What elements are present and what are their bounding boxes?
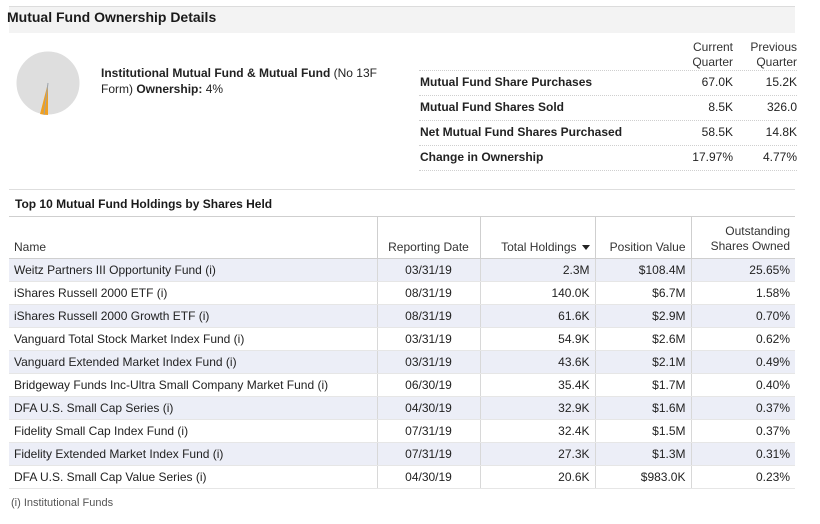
fund-name: Fidelity Extended Market Index Fund (i) [9, 442, 377, 466]
ownership-label: Institutional Mutual Fund & Mutual Fund [101, 66, 331, 80]
summary-previous: 14.8K [765, 125, 797, 139]
ownership-value: 4% [205, 82, 224, 96]
table-row: Weitz Partners III Opportunity Fund (i) … [9, 258, 795, 282]
table-row: Fidelity Small Cap Index Fund (i) 07/31/… [9, 419, 795, 443]
ownership-suffix: Ownership: [136, 82, 203, 96]
fund-name: iShares Russell 2000 Growth ETF (i) [9, 304, 377, 328]
summary-row: Mutual Fund Share Purchases 67.0K 15.2K [419, 70, 797, 96]
table-row: iShares Russell 2000 ETF (i) 08/31/19 14… [9, 281, 795, 305]
section-divider [9, 189, 795, 190]
total-holdings: 61.6K [479, 304, 595, 328]
total-holdings: 32.9K [479, 396, 595, 420]
outstanding-shares-owned: 0.37% [690, 419, 795, 443]
summary-current: 67.0K [701, 75, 733, 89]
fund-name: Bridgeway Funds Inc-Ultra Small Company … [9, 373, 377, 397]
table-row: DFA U.S. Small Cap Series (i) 04/30/19 3… [9, 396, 795, 420]
total-holdings: 2.3M [479, 258, 595, 282]
reporting-date: 08/31/19 [376, 281, 480, 305]
table-row: Vanguard Total Stock Market Index Fund (… [9, 327, 795, 351]
holdings-header-row: Name Reporting Date Total Holdings Posit… [9, 216, 795, 259]
table-row: Bridgeway Funds Inc-Ultra Small Company … [9, 373, 795, 397]
position-value: $108.4M [594, 258, 691, 282]
outstanding-shares-owned: 1.58% [690, 281, 795, 305]
fund-name: Weitz Partners III Opportunity Fund (i) [9, 258, 377, 282]
summary-previous: 15.2K [765, 75, 797, 89]
reporting-date: 04/30/19 [376, 465, 480, 489]
summary-row: Net Mutual Fund Shares Purchased 58.5K 1… [419, 120, 797, 146]
col-name-header[interactable]: Name [9, 216, 377, 259]
summary-row: Change in Ownership 17.97% 4.77% [419, 145, 797, 171]
total-holdings: 54.9K [479, 327, 595, 351]
fund-name: DFA U.S. Small Cap Series (i) [9, 396, 377, 420]
position-value: $983.0K [594, 465, 691, 489]
total-holdings: 32.4K [479, 419, 595, 443]
summary-row-label: Change in Ownership [420, 150, 544, 164]
summary-row: Mutual Fund Shares Sold 8.5K 326.0 [419, 95, 797, 121]
fund-name: Vanguard Extended Market Index Fund (i) [9, 350, 377, 374]
fund-name: Vanguard Total Stock Market Index Fund (… [9, 327, 377, 351]
reporting-date: 06/30/19 [376, 373, 480, 397]
outstanding-shares-owned: 0.37% [690, 396, 795, 420]
col-previous-header: Previous Quarter [750, 40, 797, 69]
position-value: $2.6M [594, 327, 691, 351]
fund-name: iShares Russell 2000 ETF (i) [9, 281, 377, 305]
reporting-date: 08/31/19 [376, 304, 480, 328]
ownership-pie-chart [15, 50, 81, 116]
table-row: DFA U.S. Small Cap Value Series (i) 04/3… [9, 465, 795, 489]
col-position-value-header[interactable]: Position Value [594, 216, 691, 259]
reporting-date: 07/31/19 [376, 442, 480, 466]
reporting-date: 04/30/19 [376, 396, 480, 420]
position-value: $6.7M [594, 281, 691, 305]
position-value: $1.6M [594, 396, 691, 420]
summary-row-label: Net Mutual Fund Shares Purchased [420, 125, 623, 139]
summary-row-label: Mutual Fund Share Purchases [420, 75, 593, 89]
holdings-title: Top 10 Mutual Fund Holdings by Shares He… [15, 197, 273, 211]
col-reporting-date-header[interactable]: Reporting Date [376, 216, 480, 259]
col-current-header: Current Quarter [692, 40, 733, 69]
col-total-holdings-header[interactable]: Total Holdings [479, 216, 595, 259]
table-row: Vanguard Extended Market Index Fund (i) … [9, 350, 795, 374]
fund-name: Fidelity Small Cap Index Fund (i) [9, 419, 377, 443]
reporting-date: 03/31/19 [376, 258, 480, 282]
summary-row-label: Mutual Fund Shares Sold [420, 100, 565, 114]
summary-previous: 326.0 [766, 100, 797, 114]
reporting-date: 07/31/19 [376, 419, 480, 443]
outstanding-shares-owned: 25.65% [690, 258, 795, 282]
fund-name: DFA U.S. Small Cap Value Series (i) [9, 465, 377, 489]
col-outstanding-header[interactable]: Outstanding Shares Owned [690, 216, 795, 259]
reporting-date: 03/31/19 [376, 327, 480, 351]
outstanding-shares-owned: 0.49% [690, 350, 795, 374]
position-value: $2.1M [594, 350, 691, 374]
position-value: $1.3M [594, 442, 691, 466]
outstanding-shares-owned: 0.62% [690, 327, 795, 351]
summary-current: 8.5K [708, 100, 733, 114]
total-holdings: 20.6K [479, 465, 595, 489]
sort-desc-icon [581, 245, 590, 251]
total-holdings: 35.4K [479, 373, 595, 397]
table-row: Fidelity Extended Market Index Fund (i) … [9, 442, 795, 466]
summary-previous: 4.77% [762, 150, 797, 164]
outstanding-shares-owned: 0.40% [690, 373, 795, 397]
section-title: Mutual Fund Ownership Details [7, 9, 217, 25]
position-value: $1.5M [594, 419, 691, 443]
outstanding-shares-owned: 0.23% [690, 465, 795, 489]
table-row: iShares Russell 2000 Growth ETF (i) 08/3… [9, 304, 795, 328]
summary-current: 17.97% [692, 150, 733, 164]
total-holdings: 27.3K [479, 442, 595, 466]
position-value: $2.9M [594, 304, 691, 328]
holdings-table: Name Reporting Date Total Holdings Posit… [9, 216, 795, 489]
position-value: $1.7M [594, 373, 691, 397]
outstanding-shares-owned: 0.70% [690, 304, 795, 328]
total-holdings: 43.6K [479, 350, 595, 374]
outstanding-shares-owned: 0.31% [690, 442, 795, 466]
footnote: (i) Institutional Funds [11, 497, 114, 509]
total-holdings: 140.0K [479, 281, 595, 305]
summary-current: 58.5K [701, 125, 733, 139]
reporting-date: 03/31/19 [376, 350, 480, 374]
ownership-summary: Institutional Mutual Fund & Mutual Fund … [101, 65, 391, 97]
